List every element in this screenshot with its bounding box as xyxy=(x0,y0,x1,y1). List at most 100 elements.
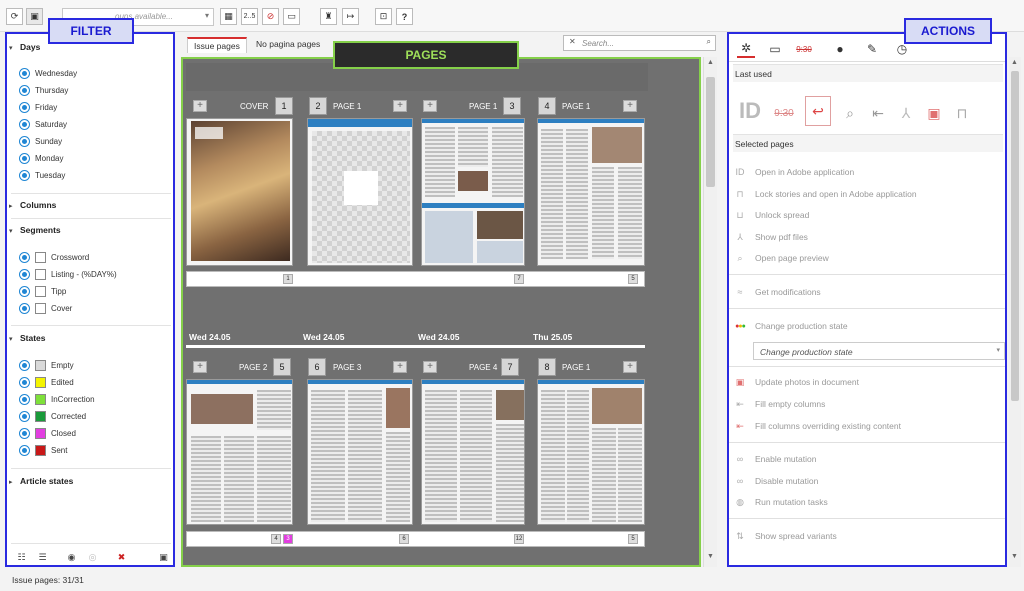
page-thumbnail[interactable] xyxy=(537,379,645,525)
radio-selected-icon[interactable] xyxy=(19,285,30,297)
page-thumbnail[interactable] xyxy=(537,118,645,266)
help-icon[interactable]: ? xyxy=(396,8,413,25)
add-page-icon[interactable]: + xyxy=(193,100,207,112)
article-count[interactable]: 5 xyxy=(628,274,638,284)
add-page-icon[interactable]: + xyxy=(423,361,437,373)
article-count-closed[interactable]: 3 xyxy=(283,534,293,544)
eye-icon[interactable]: ◉ xyxy=(65,551,78,564)
filter-state-item[interactable]: Corrected xyxy=(19,410,86,422)
scrollbar-thumb[interactable] xyxy=(706,77,715,187)
page-number[interactable]: 7 xyxy=(501,358,519,376)
article-count[interactable]: 1 xyxy=(283,274,293,284)
page-thumbnail[interactable] xyxy=(421,118,525,266)
comment-icon[interactable]: ▭ xyxy=(283,8,300,25)
page-thumbnail[interactable] xyxy=(307,118,413,266)
production-state-select[interactable]: Change production state ▾ xyxy=(753,342,1005,360)
indesign-icon[interactable]: ID xyxy=(735,94,765,128)
search-icon[interactable]: ⌕ xyxy=(707,37,711,47)
add-page-icon[interactable]: + xyxy=(393,100,407,112)
action-disable-mutation[interactable]: ∞ Disable mutation xyxy=(733,474,819,488)
page-thumbnail-cover[interactable] xyxy=(186,118,293,266)
save-filter-icon[interactable]: ▣ xyxy=(157,551,170,564)
radio-selected-icon[interactable] xyxy=(19,359,30,371)
compact-list-icon[interactable]: ☰ xyxy=(36,551,49,564)
refresh-icon[interactable]: ⟳ xyxy=(6,8,23,25)
chat-icon[interactable]: ● xyxy=(831,40,849,58)
article-count[interactable]: 12 xyxy=(514,534,524,544)
page-number[interactable]: 8 xyxy=(538,358,556,376)
actions-scrollbar[interactable]: ▲ ▼ xyxy=(1009,57,1021,567)
radio-selected-icon[interactable] xyxy=(19,101,30,113)
filter-day-item[interactable]: Friday xyxy=(19,101,57,113)
radio-selected-icon[interactable] xyxy=(19,169,30,181)
action-fill-empty-columns[interactable]: ⇤ Fill empty columns xyxy=(733,397,825,411)
filter-segment-item[interactable]: Tipp xyxy=(19,285,66,297)
page-number[interactable]: 1 xyxy=(275,97,293,115)
page-thumbnail[interactable] xyxy=(307,379,413,525)
scroll-down-icon[interactable]: ▼ xyxy=(707,553,714,560)
scroll-up-icon[interactable]: ▲ xyxy=(1011,59,1018,66)
filter-state-item[interactable]: InCorrection xyxy=(19,393,95,405)
radio-selected-icon[interactable] xyxy=(19,251,30,263)
article-count[interactable]: 7 xyxy=(514,274,524,284)
radio-selected-icon[interactable] xyxy=(19,427,30,439)
action-lock-open[interactable]: ⊓ Lock stories and open in Adobe applicat… xyxy=(733,187,916,201)
action-update-photos[interactable]: ▣ Update photos in document xyxy=(733,375,859,389)
article-states-section-header[interactable]: ▸ Article states xyxy=(9,476,171,486)
action-run-mutation-tasks[interactable]: ◍ Run mutation tasks xyxy=(733,495,828,509)
page-number[interactable]: 5 xyxy=(273,358,291,376)
page-number[interactable]: 4 xyxy=(538,97,556,115)
columns-section-header[interactable]: ▸ Columns xyxy=(9,200,171,210)
close-icon[interactable]: ✕ xyxy=(569,37,576,46)
action-get-modifications[interactable]: ≈ Get modifications xyxy=(733,285,821,299)
action-show-pdf[interactable]: ⅄ Show pdf files xyxy=(733,230,808,244)
lock-icon[interactable]: ⊓ xyxy=(949,98,975,128)
edit-icon[interactable]: ✎ xyxy=(863,40,881,58)
export-icon[interactable]: ↦ xyxy=(342,8,359,25)
page-thumbnail[interactable] xyxy=(186,379,293,525)
article-count[interactable]: 6 xyxy=(399,534,409,544)
checkbox[interactable] xyxy=(35,285,46,297)
page-number[interactable]: 3 xyxy=(503,97,521,115)
radio-selected-icon[interactable] xyxy=(19,268,30,280)
action-page-preview[interactable]: ⌕ Open page preview xyxy=(733,251,828,265)
article-count[interactable]: 4 xyxy=(271,534,281,544)
add-page-icon[interactable]: + xyxy=(623,361,637,373)
radio-selected-icon[interactable] xyxy=(19,393,30,405)
radio-selected-icon[interactable] xyxy=(19,135,30,147)
android-icon[interactable]: ♜ xyxy=(320,8,337,25)
gear-icon[interactable]: ✲ xyxy=(737,40,755,58)
filter-day-item[interactable]: Monday xyxy=(19,152,63,164)
save-icon[interactable]: ▣ xyxy=(26,8,43,25)
list-view-icon[interactable]: ☷ xyxy=(15,551,28,564)
window-icon[interactable]: ⊡ xyxy=(375,8,392,25)
add-page-icon[interactable]: + xyxy=(393,361,407,373)
radio-selected-icon[interactable] xyxy=(19,84,30,96)
filter-segment-item[interactable]: Listing - (%DAY%) xyxy=(19,268,117,280)
revert-icon[interactable]: ↩ xyxy=(805,96,831,126)
page-thumbnail[interactable] xyxy=(421,379,525,525)
add-page-icon[interactable]: + xyxy=(193,361,207,373)
scrollbar-thumb[interactable] xyxy=(1011,71,1019,401)
page-number[interactable]: 2 xyxy=(309,97,327,115)
filter-day-item[interactable]: Sunday xyxy=(19,135,62,147)
radio-selected-icon[interactable] xyxy=(19,376,30,388)
action-enable-mutation[interactable]: ∞ Enable mutation xyxy=(733,452,817,466)
checkbox[interactable] xyxy=(35,268,46,280)
scroll-down-icon[interactable]: ▼ xyxy=(1011,553,1018,560)
checkbox[interactable] xyxy=(35,302,46,314)
search-input[interactable]: ✕ Search... ⌕ xyxy=(563,35,716,51)
filter-day-item[interactable]: Thursday xyxy=(19,84,68,96)
add-page-icon[interactable]: + xyxy=(623,100,637,112)
filter-day-item[interactable]: Tuesday xyxy=(19,169,65,181)
action-change-production-state[interactable]: ● ● ● Change production state xyxy=(733,319,847,333)
action-open-adobe[interactable]: ID Open in Adobe application xyxy=(733,165,855,179)
clear-filter-icon[interactable]: ✖ xyxy=(115,551,128,564)
filter-state-item[interactable]: Edited xyxy=(19,376,74,388)
grid-view-icon[interactable]: ▦ xyxy=(220,8,237,25)
action-show-spread-variants[interactable]: ⇅ Show spread variants xyxy=(733,529,837,543)
radio-selected-icon[interactable] xyxy=(19,67,30,79)
states-section-header[interactable]: ▾ States xyxy=(9,333,171,343)
time-strike-icon[interactable]: 9:30 xyxy=(795,40,813,58)
tab-issue-pages[interactable]: Issue pages xyxy=(187,37,247,53)
